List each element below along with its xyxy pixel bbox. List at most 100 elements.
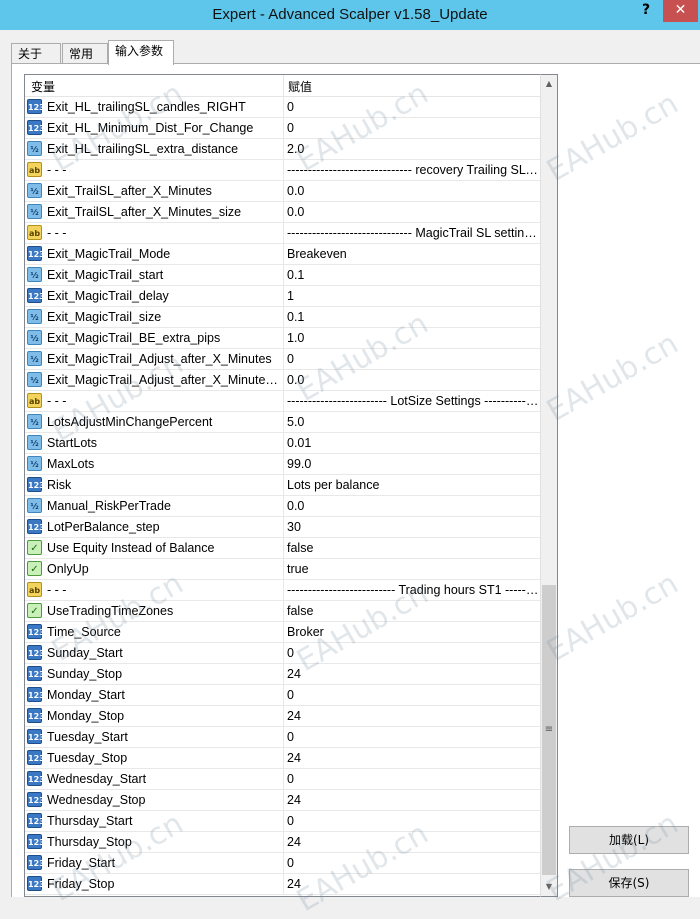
table-row[interactable]: 123 Exit_HL_Minimum_Dist_For_Change 0 (25, 118, 540, 139)
table-row[interactable]: ½ Manual_RiskPerTrade 0.0 (25, 496, 540, 517)
table-row[interactable]: ½ LotsAdjustMinChangePercent 5.0 (25, 412, 540, 433)
table-row[interactable]: ½ Exit_MagicTrail_start 0.1 (25, 265, 540, 286)
variable-value[interactable]: 0.01 (287, 436, 539, 450)
table-row[interactable]: 123 Exit_MagicTrail_Mode Breakeven (25, 244, 540, 265)
table-row[interactable]: ✓ Use Equity Instead of Balance false (25, 538, 540, 559)
table-row[interactable]: ½ Exit_TrailSL_after_X_Minutes 0.0 (25, 181, 540, 202)
variable-value[interactable]: 24 (287, 877, 539, 891)
variable-value[interactable]: 24 (287, 709, 539, 723)
table-row[interactable]: ✓ UseTradingTimeZones false (25, 601, 540, 622)
variable-value[interactable]: 24 (287, 667, 539, 681)
variable-value[interactable]: 24 (287, 835, 539, 849)
integer-type-icon: 123 (27, 729, 45, 744)
table-row[interactable]: 123 Exit_MagicTrail_delay 1 (25, 286, 540, 307)
variable-value[interactable]: Broker (287, 625, 539, 639)
variable-value[interactable]: 0 (287, 100, 539, 114)
load-button[interactable]: 加载(L) (569, 826, 689, 854)
table-row[interactable]: 123 Tuesday_Stop 24 (25, 748, 540, 769)
variable-value[interactable]: 0 (287, 856, 539, 870)
integer-type-icon: 123 (27, 645, 45, 660)
table-row[interactable]: 123 Friday_Stop 24 (25, 874, 540, 895)
variable-name: Friday_Stop (47, 877, 115, 891)
variable-value[interactable]: 0.0 (287, 184, 539, 198)
variable-value[interactable]: 0.1 (287, 268, 539, 282)
table-row[interactable]: 123 Monday_Stop 24 (25, 706, 540, 727)
variable-value[interactable]: 5.0 (287, 415, 539, 429)
variable-value[interactable]: 30 (287, 520, 539, 534)
column-divider (283, 580, 284, 601)
table-row[interactable]: ab - - - ------------------------------ re… (25, 160, 540, 181)
variable-value[interactable]: Breakeven (287, 247, 539, 261)
header-value[interactable]: 赋值 (288, 78, 312, 95)
table-row[interactable]: 123 Wednesday_Start 0 (25, 769, 540, 790)
table-row[interactable]: 123 Thursday_Start 0 (25, 811, 540, 832)
table-row[interactable]: 123 Exit_HL_trailingSL_candles_RIGHT 0 (25, 97, 540, 118)
variable-value[interactable]: 0.0 (287, 373, 539, 387)
variable-value[interactable]: ------------------------------ recovery … (287, 163, 539, 177)
tab-common[interactable]: 常用 (62, 43, 108, 64)
table-row[interactable]: ab - - - -------------------------- Tradin… (25, 580, 540, 601)
table-row[interactable]: 123 Risk Lots per balance (25, 475, 540, 496)
save-button[interactable]: 保存(S) (569, 869, 689, 897)
variable-value[interactable]: 2.0 (287, 142, 539, 156)
tab-inputs[interactable]: 输入参数 (108, 40, 174, 65)
table-row[interactable]: 123 Thursday_Stop 24 (25, 832, 540, 853)
table-row[interactable]: 123 Tuesday_Start 0 (25, 727, 540, 748)
scroll-down-icon[interactable]: ▼ (541, 879, 557, 895)
table-row[interactable]: ½ Exit_MagicTrail_BE_extra_pips 1.0 (25, 328, 540, 349)
table-row[interactable]: ½ Exit_MagicTrail_Adjust_after_X_Minutes_… (25, 370, 540, 391)
variable-value[interactable]: ------------------------ LotSize Setting… (287, 394, 539, 408)
variable-value[interactable]: 0.1 (287, 310, 539, 324)
variable-value[interactable]: 0 (287, 121, 539, 135)
table-row[interactable]: 123 Sunday_Start 0 (25, 643, 540, 664)
variable-value[interactable]: ------------------------------ MagicTrai… (287, 226, 539, 240)
help-button[interactable]: ? (632, 0, 660, 22)
variable-value[interactable]: Lots per balance (287, 478, 539, 492)
table-row[interactable]: 123 LotPerBalance_step 30 (25, 517, 540, 538)
table-row[interactable]: ✓ OnlyUp true (25, 559, 540, 580)
variable-value[interactable]: 0 (287, 730, 539, 744)
scroll-up-icon[interactable]: ▲ (541, 76, 557, 92)
boolean-type-icon: ✓ (27, 561, 42, 576)
variable-value[interactable]: 0.0 (287, 499, 539, 513)
variable-value[interactable]: 0 (287, 772, 539, 786)
variable-value[interactable]: 1 (287, 289, 539, 303)
variable-value[interactable]: true (287, 562, 539, 576)
close-button[interactable]: ✕ (663, 0, 698, 22)
variable-value[interactable]: 99.0 (287, 457, 539, 471)
table-row[interactable]: 123 Sunday_Stop 24 (25, 664, 540, 685)
integer-type-icon: 123 (27, 792, 45, 807)
table-row[interactable]: ½ Exit_TrailSL_after_X_Minutes_size 0.0 (25, 202, 540, 223)
header-variable[interactable]: 变量 (31, 78, 55, 95)
table-row[interactable]: ½ Exit_MagicTrail_size 0.1 (25, 307, 540, 328)
variable-value[interactable]: false (287, 541, 539, 555)
variable-value[interactable]: false (287, 604, 539, 618)
vertical-scrollbar[interactable]: ▲ ≡ ▼ (540, 74, 558, 897)
table-row[interactable]: 123 Time_Source Broker (25, 622, 540, 643)
table-row[interactable]: ab - - - ------------------------ LotSize … (25, 391, 540, 412)
variable-value[interactable]: 24 (287, 793, 539, 807)
table-row[interactable]: 123 Monday_Start 0 (25, 685, 540, 706)
table-row[interactable]: ½ StartLots 0.01 (25, 433, 540, 454)
variable-value[interactable]: 0 (287, 688, 539, 702)
variable-value[interactable]: 0 (287, 814, 539, 828)
table-row[interactable]: ½ MaxLots 99.0 (25, 454, 540, 475)
close-icon[interactable]: ✕ (675, 2, 687, 18)
variable-value[interactable]: -------------------------- Trading hours… (287, 583, 539, 597)
variable-value[interactable]: 0 (287, 646, 539, 660)
table-row[interactable]: 123 Wednesday_Stop 24 (25, 790, 540, 811)
variable-value[interactable]: 0.0 (287, 205, 539, 219)
table-row[interactable]: 123 Friday_Start 0 (25, 853, 540, 874)
variable-value[interactable]: 0 (287, 352, 539, 366)
string-type-icon: ab (27, 582, 42, 597)
variable-value[interactable]: 24 (287, 751, 539, 765)
variable-value[interactable]: 1.0 (287, 331, 539, 345)
header-divider[interactable] (283, 75, 284, 96)
table-row[interactable]: ab - - - ------------------------------ Ma… (25, 223, 540, 244)
variable-name: Risk (47, 478, 72, 492)
table-row[interactable]: ½ Exit_MagicTrail_Adjust_after_X_Minutes 0 (25, 349, 540, 370)
table-row[interactable]: ½ Exit_HL_trailingSL_extra_distance 2.0 (25, 139, 540, 160)
tab-about[interactable]: 关于 (11, 43, 61, 64)
boolean-type-icon: ✓ (27, 603, 42, 618)
scroll-thumb[interactable]: ≡ (542, 585, 556, 875)
